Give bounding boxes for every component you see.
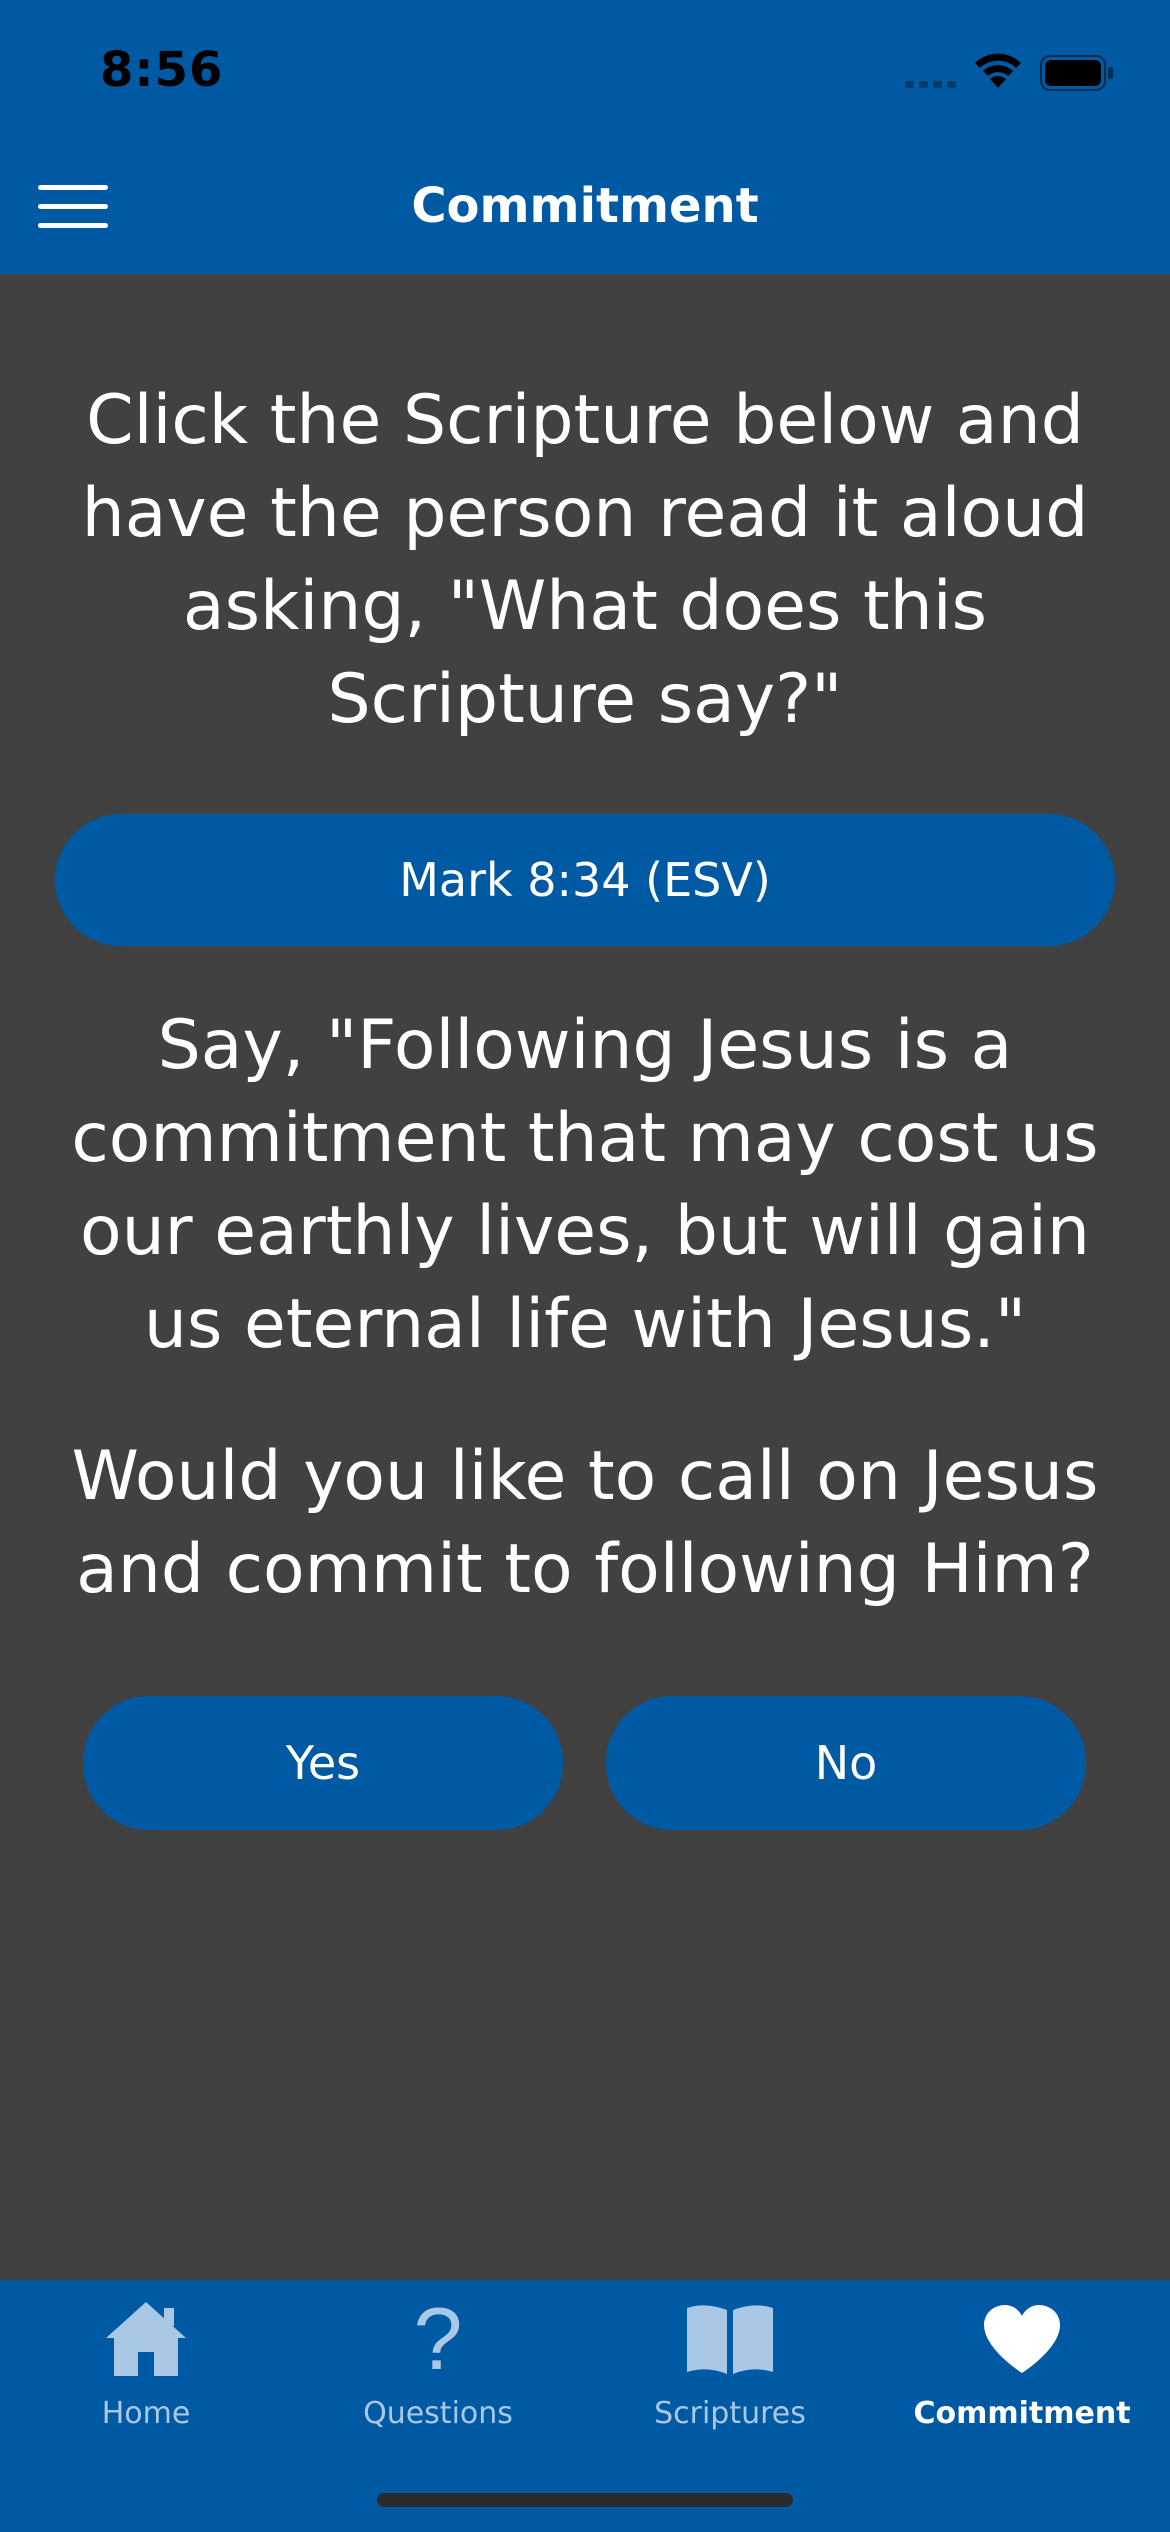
instruction-text: Click the Scripture below and have the p… (40, 374, 1130, 746)
say-line: our earthly lives, but will gain (79, 1192, 1091, 1271)
status-bar: 8:56 (0, 0, 1170, 140)
open-book-icon (584, 2294, 876, 2384)
scripture-button[interactable]: Mark 8:34 (ESV) (55, 814, 1115, 946)
tab-commitment[interactable]: Commitment (876, 2280, 1168, 2440)
heart-icon (876, 2294, 1168, 2384)
cellular-signal-icon (905, 80, 957, 88)
tab-scriptures[interactable]: Scriptures (584, 2280, 876, 2440)
tab-questions[interactable]: ? Questions (292, 2280, 584, 2440)
home-indicator[interactable] (377, 2493, 793, 2507)
page-title: Commitment (411, 178, 759, 234)
tab-label: Scriptures (654, 2396, 806, 2431)
instruction-line: Click the Scripture below and (86, 381, 1084, 460)
navigation-bar: Commitment (0, 140, 1170, 274)
no-button[interactable]: No (606, 1696, 1086, 1830)
tab-home[interactable]: Home (0, 2280, 292, 2440)
say-text: Say, "Following Jesus is a commitment th… (40, 999, 1130, 1371)
say-line: commitment that may cost us (71, 1099, 1099, 1178)
status-time: 8:56 (100, 42, 224, 98)
wifi-icon (975, 53, 1021, 88)
instruction-line: Scripture say?" (327, 660, 843, 739)
instruction-line: asking, "What does this (182, 567, 988, 646)
question-mark-icon: ? (413, 2289, 463, 2388)
battery-icon (1040, 55, 1113, 91)
tab-label: Commitment (913, 2396, 1131, 2431)
say-line: Say, "Following Jesus is a (157, 1006, 1013, 1085)
question-line: and commit to following Him? (76, 1530, 1094, 1609)
house-icon (0, 2294, 292, 2384)
commitment-question: Would you like to call on Jesus and comm… (40, 1430, 1130, 1616)
tab-label: Home (101, 2396, 191, 2431)
say-line: us eternal life with Jesus." (143, 1285, 1027, 1364)
instruction-line: have the person read it aloud (81, 474, 1089, 553)
yes-button[interactable]: Yes (83, 1696, 563, 1830)
tab-label: Questions (363, 2396, 513, 2431)
question-line: Would you like to call on Jesus (71, 1437, 1099, 1516)
main-content: Click the Scripture below and have the p… (0, 274, 1170, 2280)
